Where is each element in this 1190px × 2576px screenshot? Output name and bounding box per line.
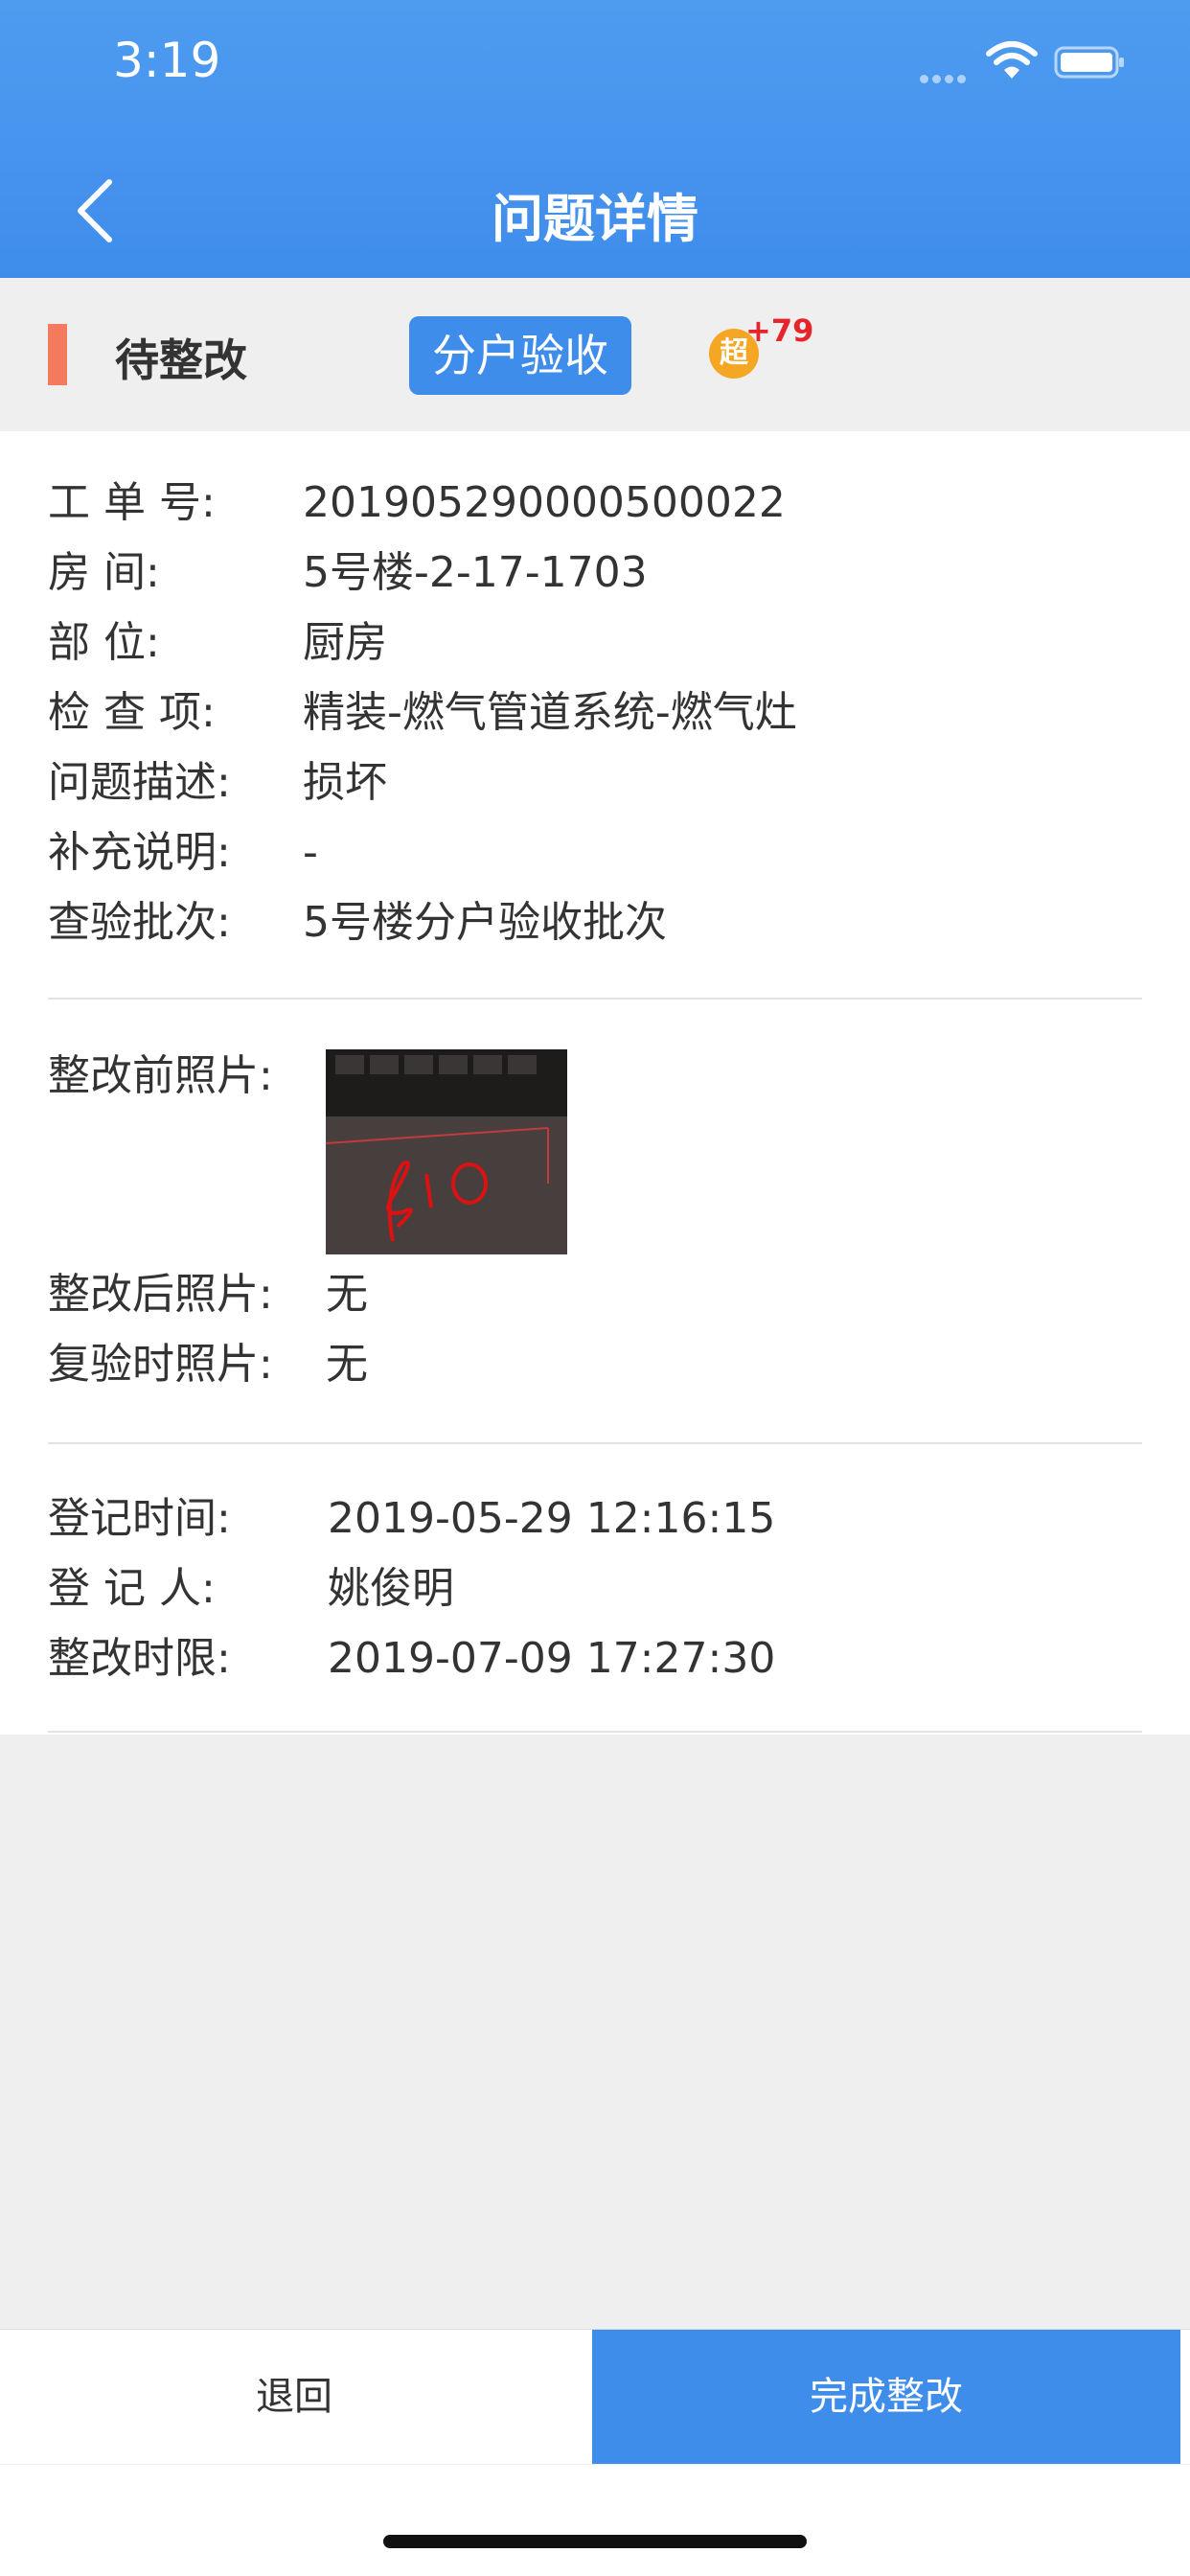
home-indicator-area	[0, 2465, 1190, 2576]
detail-label: 部 位:	[48, 618, 160, 667]
record-label: 登记时间:	[48, 1494, 231, 1543]
detail-label: 检 查 项:	[48, 688, 216, 737]
wifi-icon	[986, 41, 1038, 79]
page-title: 问题详情	[492, 189, 698, 249]
detail-row-description: 问题描述: 损坏	[48, 754, 387, 812]
record-row-deadline: 整改时限: 2019-07-09 17:27:30	[48, 1630, 775, 1688]
photo-label: 整改后照片:	[48, 1270, 273, 1319]
record-label: 登 记 人:	[48, 1564, 216, 1613]
reject-button[interactable]: 退回	[0, 2330, 588, 2464]
detail-row-batch: 查验批次: 5号楼分户验收批次	[48, 894, 667, 952]
photo-value: 无	[326, 1270, 368, 1319]
detail-value: 5号楼分户验收批次	[303, 898, 667, 947]
photo-row-before: 整改前照片:	[48, 1047, 273, 1105]
home-indicator[interactable]	[383, 2535, 807, 2548]
issue-detail-card: 工 单 号: 201905290000500022 房 间: 5号楼-2-17-…	[0, 431, 1190, 1735]
status-indicator	[48, 324, 67, 385]
cellular-signal-icon	[920, 69, 975, 83]
record-row-registrant: 登 记 人: 姚俊明	[48, 1560, 454, 1618]
detail-value: 厨房	[303, 618, 387, 667]
photo-label: 复验时照片:	[48, 1340, 273, 1389]
status-label: 待整改	[115, 334, 247, 386]
status-time: 3:19	[113, 33, 221, 88]
record-value: 姚俊明	[328, 1564, 454, 1613]
photo-label: 整改前照片:	[48, 1051, 273, 1100]
detail-value: 201905290000500022	[303, 478, 786, 527]
photo-row-recheck: 复验时照片: 无	[48, 1336, 368, 1393]
record-value: 2019-05-29 12:16:15	[328, 1494, 776, 1543]
detail-row-check-item: 检 查 项: 精装-燃气管道系统-燃气灶	[48, 684, 797, 742]
detail-label: 查验批次:	[48, 898, 231, 947]
photo-row-after: 整改后照片: 无	[48, 1266, 368, 1323]
action-bar: 退回 完成整改	[0, 2329, 1190, 2464]
detail-label: 补充说明:	[48, 828, 231, 877]
complete-rectification-button[interactable]: 完成整改	[592, 2330, 1180, 2464]
detail-value: -	[303, 828, 318, 877]
detail-value: 5号楼-2-17-1703	[303, 548, 648, 597]
record-row-registered-time: 登记时间: 2019-05-29 12:16:15	[48, 1490, 775, 1548]
record-value: 2019-07-09 17:27:30	[328, 1634, 776, 1683]
section-divider	[48, 998, 1142, 1000]
detail-row-notes: 补充说明: -	[48, 824, 318, 882]
photo-value: 无	[326, 1340, 368, 1389]
detail-row-room: 房 间: 5号楼-2-17-1703	[48, 544, 648, 602]
issue-status-row: 待整改 分户验收 超 +79	[0, 278, 1190, 431]
inspection-type-tag: 分户验收	[409, 316, 631, 395]
detail-value: 精装-燃气管道系统-燃气灶	[303, 688, 797, 737]
battery-icon	[1054, 46, 1124, 79]
detail-value: 损坏	[303, 758, 387, 807]
detail-row-location: 部 位: 厨房	[48, 614, 387, 672]
section-divider	[48, 1731, 1142, 1733]
record-label: 整改时限:	[48, 1634, 231, 1683]
detail-label: 工 单 号:	[48, 478, 216, 527]
section-divider	[48, 1442, 1142, 1444]
detail-label: 房 间:	[48, 548, 160, 597]
before-photo-thumbnail[interactable]	[326, 1049, 567, 1254]
overdue-count: +79	[745, 312, 814, 349]
detail-label: 问题描述:	[48, 758, 231, 807]
detail-row-work-order: 工 单 号: 201905290000500022	[48, 474, 786, 532]
photo-image	[326, 1049, 567, 1254]
app-header: 3:19 问题详情	[0, 0, 1190, 278]
